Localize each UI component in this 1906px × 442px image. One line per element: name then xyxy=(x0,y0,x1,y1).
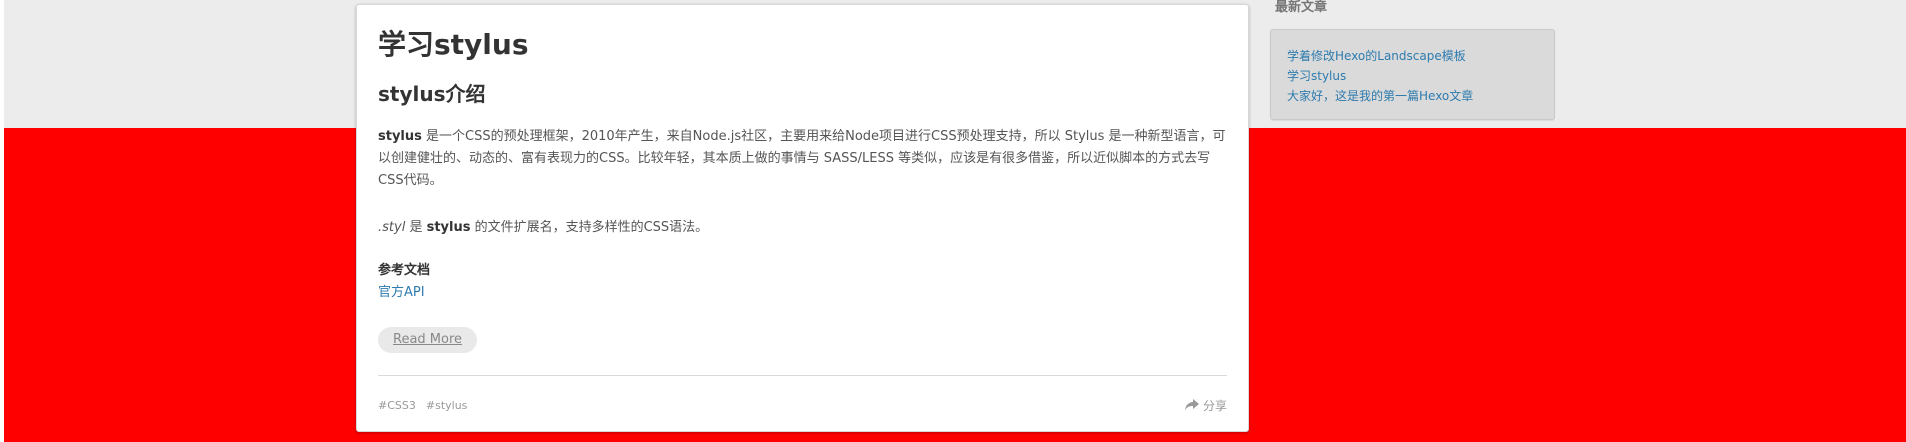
tag-css3[interactable]: #CSS3 xyxy=(378,399,416,412)
recent-post-link[interactable]: 学习stylus xyxy=(1287,69,1346,83)
tag-stylus[interactable]: #stylus xyxy=(426,399,468,412)
recent-post-link[interactable]: 大家好，这是我的第一篇Hexo文章 xyxy=(1287,89,1473,103)
stylus-strong-2: stylus xyxy=(426,220,471,235)
extension-paragraph-text: 的文件扩展名，支持多样性的CSS语法。 xyxy=(470,220,709,235)
tag-list: #CSS3 #stylus xyxy=(378,398,477,414)
extension-paragraph-mid: 是 xyxy=(405,220,427,235)
reference-label: 参考文档 xyxy=(378,263,431,278)
share-button[interactable]: 分享 xyxy=(1184,398,1227,414)
recent-post-link[interactable]: 学着修改Hexo的Landscape模板 xyxy=(1287,49,1466,63)
list-item: 学习stylus xyxy=(1287,66,1473,86)
intro-paragraph: stylus 是一个CSS的预处理框架，2010年产生，来自Node.js社区，… xyxy=(378,126,1227,192)
share-icon xyxy=(1184,399,1199,411)
stylus-strong: stylus xyxy=(378,129,422,144)
share-label: 分享 xyxy=(1202,399,1227,413)
article-footer-divider xyxy=(378,375,1227,376)
article-title[interactable]: 学习stylus xyxy=(378,25,529,65)
recent-posts-widget: 学着修改Hexo的Landscape模板 学习stylus 大家好，这是我的第一… xyxy=(1270,29,1555,120)
list-item: 学着修改Hexo的Landscape模板 xyxy=(1287,46,1473,66)
article-card: 学习stylus stylus介绍 stylus 是一个CSS的预处理框架，20… xyxy=(356,4,1249,432)
intro-paragraph-text: 是一个CSS的预处理框架，2010年产生，来自Node.js社区，主要用来给No… xyxy=(378,129,1226,188)
read-more-button[interactable]: Read More xyxy=(378,327,478,353)
recent-posts-list: 学着修改Hexo的Landscape模板 学习stylus 大家好，这是我的第一… xyxy=(1287,46,1473,106)
extension-paragraph: .styl 是 stylus 的文件扩展名，支持多样性的CSS语法。 xyxy=(378,217,1227,239)
official-api-link[interactable]: 官方API xyxy=(378,283,425,303)
styl-extension: .styl xyxy=(378,220,406,235)
sidebar-title: 最新文章 xyxy=(1275,0,1328,15)
article-subtitle: stylus介绍 xyxy=(378,82,486,106)
list-item: 大家好，这是我的第一篇Hexo文章 xyxy=(1287,86,1473,106)
article-content: 学习stylus stylus介绍 stylus 是一个CSS的预处理框架，20… xyxy=(378,5,1227,431)
